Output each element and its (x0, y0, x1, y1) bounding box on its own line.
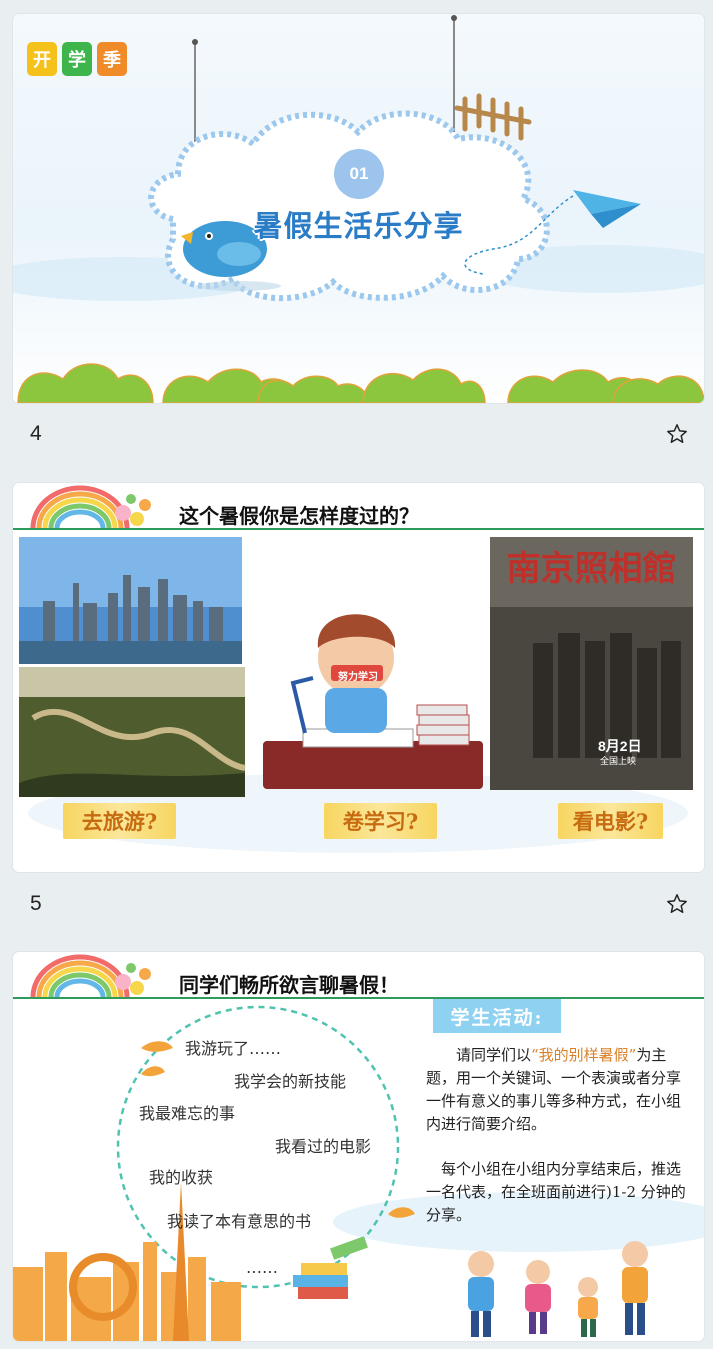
slide-title: 同学们畅所欲言聊暑假！ (179, 973, 399, 997)
slide-thumbnail-4[interactable]: 开 学 季 01 暑假生活乐分享 (13, 14, 704, 403)
poster-title: 南京照相館 (506, 549, 677, 589)
slide-title: 暑假生活乐分享 (253, 209, 464, 243)
section-number-badge: 01 (334, 149, 384, 199)
bubble-item-4: 我看过的电影 (275, 1137, 372, 1156)
slide-number: 4 (30, 422, 42, 445)
bubble-item-1: 我游玩了…… (185, 1039, 282, 1058)
favorite-button[interactable] (662, 419, 692, 449)
activity-paragraph-2: 每个小组在小组内分享结束后，推选一名代表，在全班面前进行)1-2 分钟的分享。 (426, 1160, 686, 1224)
bubble-item-2: 我学会的新技能 (234, 1072, 347, 1091)
bubble-item-6: 我读了本有意思的书 (167, 1212, 312, 1231)
slide-title: 这个暑假你是怎样度过的？ (179, 504, 419, 528)
student-activity-label: 学生活动: (433, 999, 561, 1033)
star-outline-icon (667, 894, 687, 913)
caption-travel: 去旅游? (63, 803, 176, 839)
bubble-item-7: …… (246, 1258, 278, 1277)
slide-meta-row-4: 4 (13, 414, 704, 454)
caption-study: 卷学习? (324, 803, 437, 839)
bubble-item-5: 我的收获 (149, 1168, 214, 1187)
slide-meta-row-5: 5 (13, 884, 704, 924)
slide-thumbnail-6[interactable]: 同学们畅所欲言聊暑假！ 我游玩了…… 我学会的新技能 我最难忘的事 我看过的电影… (13, 952, 704, 1341)
caption-movie: 看电影? (558, 803, 663, 839)
headband-text: 努力学习 (338, 671, 378, 683)
star-outline-icon (667, 424, 687, 443)
poster-date: 8月2日 (598, 738, 642, 754)
poster-release: 全国上映 (600, 756, 637, 766)
slide-number: 5 (30, 892, 42, 915)
favorite-button[interactable] (662, 889, 692, 919)
paragraph-1-lead: 请同学们以 (456, 1046, 532, 1064)
header-divider (13, 997, 704, 999)
bubble-item-3: 我最难忘的事 (139, 1104, 236, 1123)
activity-paragraph-1: 请同学们以“我的别样暑假”为主题，用一个关键词、一个表演或者分享一件有意义的事儿… (426, 1044, 688, 1136)
paragraph-1-highlight: “我的别样暑假” (531, 1046, 637, 1064)
slide-thumbnail-5[interactable]: 这个暑假你是怎样度过的？ 努力学习 南京照相館 8月2日 全国上映 去旅游? 卷… (13, 483, 704, 872)
header-divider (13, 528, 704, 530)
